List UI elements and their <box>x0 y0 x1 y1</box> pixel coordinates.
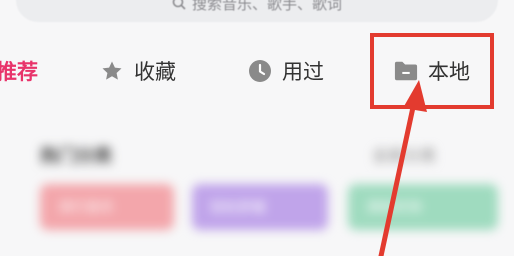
category-card[interactable]: 流行音乐 <box>40 184 174 230</box>
card-label: 流行音乐 <box>58 200 114 216</box>
star-icon <box>100 59 124 83</box>
category-card[interactable]: 轻松舒缓 <box>192 184 328 230</box>
search-placeholder: 搜索音乐、歌手、歌词 <box>191 0 342 13</box>
search-bar[interactable]: 搜索音乐、歌手、歌词 <box>16 0 498 22</box>
clock-icon <box>248 59 272 83</box>
tab-recommend[interactable]: 推荐 <box>0 50 38 92</box>
tab-favorites[interactable]: 收藏 <box>100 50 176 92</box>
tab-label: 收藏 <box>134 60 176 84</box>
section-more-link[interactable]: 全部分类 <box>372 142 436 166</box>
section-title: 热门分类 <box>40 146 112 167</box>
search-icon <box>172 0 186 14</box>
highlight-box <box>370 33 494 109</box>
tab-recent[interactable]: 用过 <box>248 50 324 92</box>
card-label: 清新欢快 <box>366 200 422 216</box>
tab-label: 用过 <box>282 60 324 84</box>
card-label: 轻松舒缓 <box>210 200 266 216</box>
category-card[interactable]: 清新欢快 <box>348 184 498 230</box>
blurred-content: 热门分类 全部分类 流行音乐 轻松舒缓 清新欢快 <box>0 120 514 256</box>
tab-label: 推荐 <box>0 60 38 84</box>
